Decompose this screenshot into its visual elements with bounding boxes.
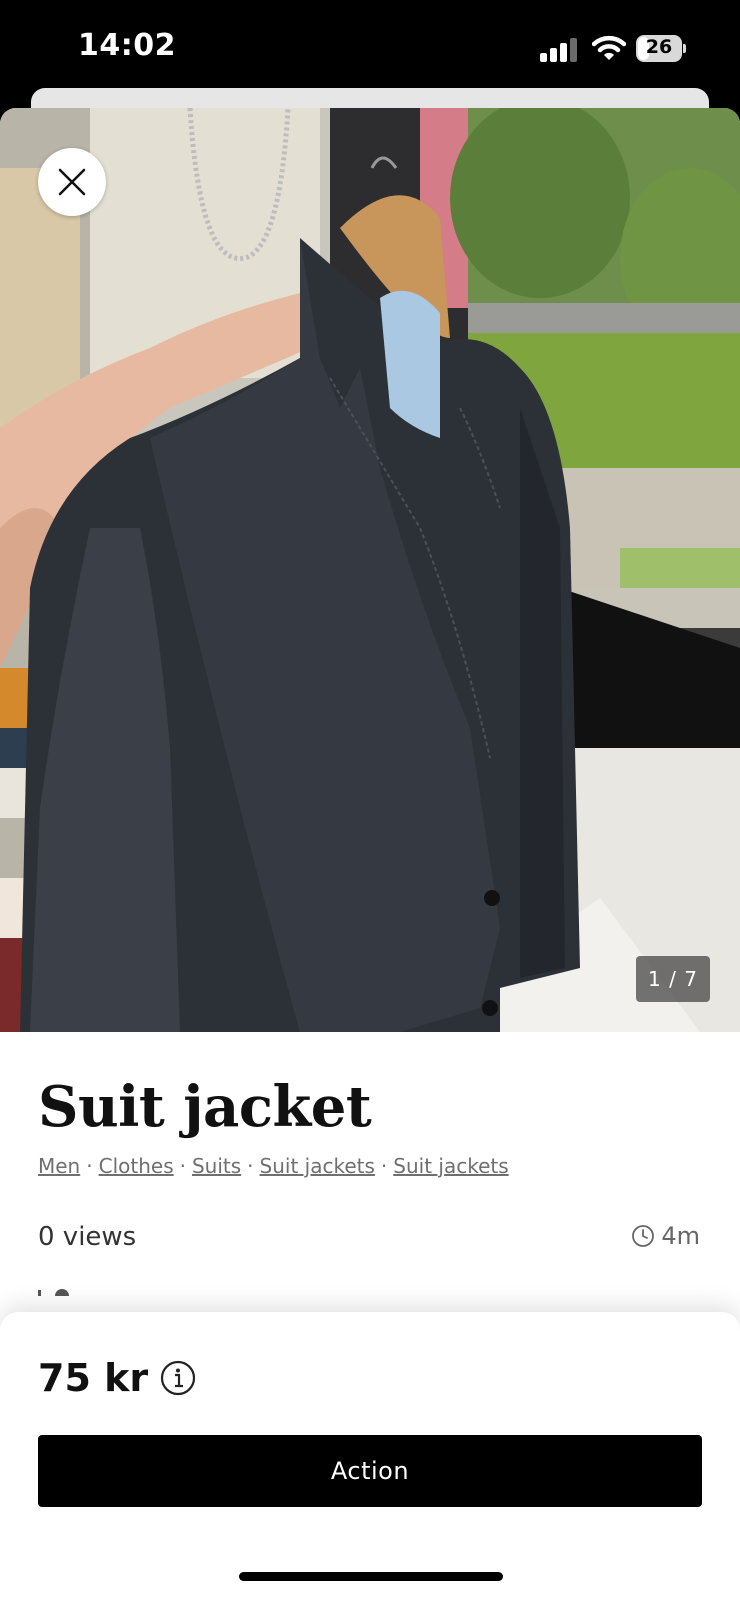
breadcrumb-link[interactable]: Clothes — [99, 1154, 174, 1178]
breadcrumb-link[interactable]: Suits — [192, 1154, 241, 1178]
photo-counter: 1 / 7 — [636, 956, 710, 1002]
action-button[interactable]: Action — [38, 1435, 702, 1507]
battery-level: 26 — [645, 36, 673, 58]
bottom-sheet: 75 kr Action — [0, 1312, 740, 1600]
close-icon — [58, 168, 86, 196]
info-icon[interactable] — [160, 1360, 196, 1396]
breadcrumb-link[interactable]: Suit jackets — [260, 1154, 375, 1178]
breadcrumb-link[interactable]: Suit jackets — [393, 1154, 508, 1178]
price: 75 kr — [38, 1356, 149, 1400]
wifi-icon — [591, 34, 627, 62]
breadcrumb-link[interactable]: Men — [38, 1154, 80, 1178]
view-count: 0 views — [38, 1222, 137, 1252]
breadcrumb: Men · Clothes · Suits · Suit jackets · Suit jack… — [38, 1154, 509, 1178]
price-row: 75 kr — [38, 1356, 196, 1400]
battery-icon: 26 — [636, 35, 686, 62]
listing-title: Suit jacket — [38, 1074, 372, 1140]
status-bar: 14:02 26 — [0, 0, 740, 96]
home-indicator — [239, 1572, 503, 1581]
hidden-content-peek — [38, 1289, 69, 1296]
status-time: 14:02 — [78, 28, 176, 63]
jacket-photo-illustration — [0, 108, 740, 1032]
cellular-signal-icon — [540, 38, 578, 62]
close-button[interactable] — [38, 148, 106, 216]
clock-icon — [632, 1225, 655, 1247]
listing-photo[interactable]: 1 / 7 — [0, 108, 740, 1032]
posted-time-label: 4m — [661, 1222, 700, 1250]
screen: 14:02 26 1 / 7 Suit jacket Men · Clothes… — [0, 0, 740, 1600]
posted-time: 4m — [631, 1222, 700, 1250]
